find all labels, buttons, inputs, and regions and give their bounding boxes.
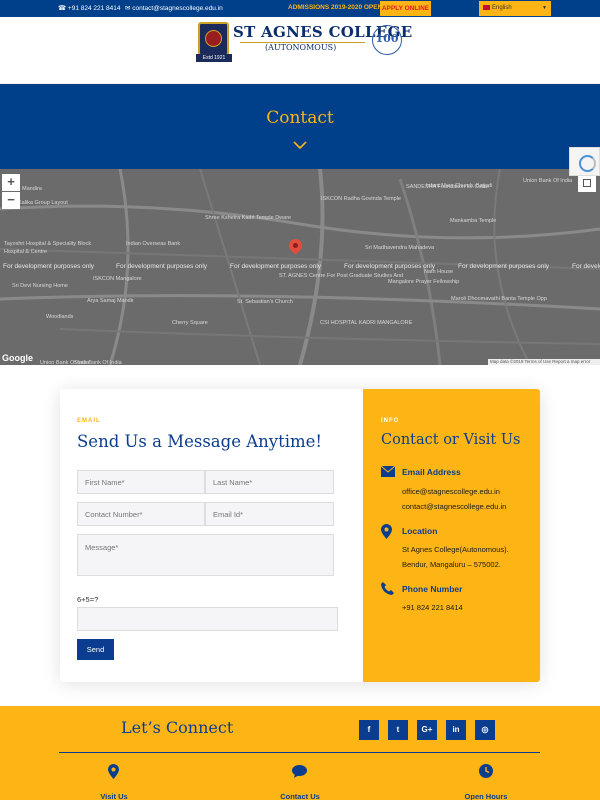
email-heading: Email Address bbox=[402, 467, 461, 477]
location-line-2: Bendur, Mangaluru – 575002. bbox=[402, 560, 501, 569]
map-label: Mankamba Temple bbox=[450, 218, 497, 224]
contact-email-link[interactable]: contact@stagnescollege.edu.in bbox=[402, 502, 506, 511]
map-dev-watermark: For development purposes only bbox=[458, 263, 550, 270]
map-label: Union Bank Of India bbox=[40, 360, 90, 365]
form-title: Send Us a Message Anytime! bbox=[77, 432, 323, 451]
google-plus-icon[interactable]: G+ bbox=[417, 720, 437, 740]
map-label: CSI HOSPITAL KADRI MANGALORE bbox=[320, 320, 413, 326]
map-dev-watermark: For development purposes only bbox=[116, 263, 208, 270]
lets-connect-title: Let’s Connect bbox=[121, 718, 234, 737]
map-label: St. Sebastian's Church bbox=[237, 299, 293, 305]
map-label: Tayoshri Hospital & Speciality Block bbox=[4, 241, 92, 247]
zoom-in-button[interactable]: + bbox=[2, 174, 20, 191]
admissions-notice: ADMISSIONS 2019-2020 OPEN bbox=[288, 4, 383, 11]
map-label: Sri Madhavendra Mahadeva bbox=[365, 245, 435, 251]
contact-number-input[interactable] bbox=[77, 502, 205, 526]
clock-icon bbox=[479, 764, 493, 778]
message-form: EMAIL Send Us a Message Anytime! 6+5=? S… bbox=[60, 389, 363, 682]
map-dev-watermark: For development purposes only bbox=[3, 263, 95, 270]
location-heading: Location bbox=[402, 526, 438, 536]
map-label: Hospital & Centre bbox=[4, 249, 48, 255]
location-pin-icon bbox=[108, 764, 119, 779]
footer: Let’s Connect f t G+ in ◎ Visit Us Contact U… bbox=[0, 706, 600, 800]
phone-link[interactable]: +91 824 221 8414 bbox=[402, 603, 463, 612]
map-dev-watermark: For development purposes only bbox=[230, 263, 322, 270]
captcha-input[interactable] bbox=[77, 607, 338, 631]
topbar-phone[interactable]: ☎ +91 824 221 8414 bbox=[58, 4, 121, 12]
twitter-icon[interactable]: t bbox=[388, 720, 408, 740]
crest-emblem bbox=[205, 30, 222, 47]
uk-flag-icon bbox=[483, 4, 490, 10]
map-dev-watermark: For development purposes only bbox=[344, 263, 436, 270]
email-input[interactable] bbox=[205, 502, 334, 526]
college-crest-logo[interactable] bbox=[198, 22, 229, 56]
map-label: Mandira bbox=[22, 186, 42, 192]
contact-card: EMAIL Send Us a Message Anytime! 6+5=? S… bbox=[60, 389, 540, 682]
phone-heading: Phone Number bbox=[402, 584, 463, 594]
google-map[interactable]: Mandira Kalika Group Layout Tayoshri Hospi… bbox=[0, 169, 600, 365]
instagram-icon[interactable]: ◎ bbox=[475, 720, 495, 740]
map-label: Sri Devi Nursing Home bbox=[12, 283, 68, 289]
phone-icon bbox=[381, 582, 394, 595]
captcha-question: 6+5=? bbox=[77, 595, 99, 604]
map-label: ISKCON Radha Govinda Temple bbox=[321, 196, 401, 202]
location-pin-icon bbox=[381, 524, 392, 539]
map-label: Cherry Square bbox=[172, 320, 208, 326]
map-label: Woodlands bbox=[46, 314, 74, 320]
map-label: ISKCON Mangalore bbox=[93, 276, 142, 282]
map-label: Indian Overseas Bank bbox=[126, 241, 181, 247]
form-eyebrow: EMAIL bbox=[77, 418, 101, 424]
autonomous-label: (AUTONOMOUS) bbox=[265, 43, 337, 52]
info-title: Contact or Visit Us bbox=[381, 432, 521, 448]
map-label: SANDESHA Foundation for Cultur bbox=[406, 184, 490, 190]
map-label: Arya Samaj Mandir bbox=[87, 298, 134, 304]
apply-online-button[interactable]: APPLY ONLINE bbox=[380, 1, 431, 16]
last-name-input[interactable] bbox=[205, 470, 334, 494]
office-email-link[interactable]: office@stagnescollege.edu.in bbox=[402, 487, 500, 496]
language-label: English bbox=[492, 5, 512, 11]
fullscreen-button[interactable] bbox=[578, 174, 596, 192]
info-eyebrow: INFO bbox=[381, 418, 400, 424]
footer-divider bbox=[59, 752, 540, 753]
map-dev-watermark: For development purposes only bbox=[572, 263, 600, 270]
map-label: Mangalore Prayer Fellowship bbox=[388, 279, 460, 285]
zoom-out-button[interactable]: − bbox=[2, 192, 20, 209]
facebook-icon[interactable]: f bbox=[359, 720, 379, 740]
topbar-phone-text: +91 824 221 8414 bbox=[67, 5, 121, 12]
map-attribution[interactable]: Map data ©2019 Terms of Use Report a map… bbox=[488, 359, 600, 365]
page-title: Contact bbox=[266, 108, 334, 128]
map-label: ST. AGNES Centre For Post Graduate Studi… bbox=[279, 273, 404, 279]
map-label: Shree Kshetra Kadri Temple Dware bbox=[205, 215, 292, 221]
topbar-email-text: contact@stagnescollege.edu.in bbox=[132, 5, 223, 12]
page-hero: Contact bbox=[0, 84, 600, 169]
map-label: Union Bank Of India bbox=[523, 178, 573, 184]
location-line-1: St Agnes College(Autonomous). bbox=[402, 545, 509, 554]
message-textarea[interactable] bbox=[77, 534, 334, 576]
contact-us-label[interactable]: Contact Us bbox=[250, 792, 350, 800]
visit-us-label[interactable]: Visit Us bbox=[64, 792, 164, 800]
open-hours-label[interactable]: Open Hours bbox=[436, 792, 536, 800]
estd-label: Estd 1921 bbox=[196, 54, 232, 62]
topbar-email[interactable]: ✉ contact@stagnescollege.edu.in bbox=[125, 4, 223, 12]
map-label: Kalika Group Layout bbox=[18, 200, 68, 206]
envelope-icon bbox=[381, 466, 395, 477]
centenary-badge: 100 bbox=[372, 25, 402, 55]
chevron-down-icon[interactable] bbox=[293, 139, 307, 153]
send-button[interactable]: Send bbox=[77, 639, 114, 660]
chevron-down-icon: ▼ bbox=[542, 5, 547, 11]
top-bar: ☎ +91 824 221 8414 ✉ contact@stagnescoll… bbox=[0, 0, 600, 17]
linkedin-icon[interactable]: in bbox=[446, 720, 466, 740]
first-name-input[interactable] bbox=[77, 470, 205, 494]
language-selector[interactable]: English ▼ bbox=[479, 1, 551, 16]
recaptcha-badge[interactable] bbox=[569, 147, 600, 176]
map-label: Maroli Dhoomavathi Banta Temple Opp bbox=[451, 296, 547, 302]
site-header: Estd 1921 ST AGNES COLLEGE (AUTONOMOUS) … bbox=[0, 17, 600, 92]
info-panel: INFO Contact or Visit Us Email Address o… bbox=[363, 389, 540, 682]
google-logo[interactable]: Google bbox=[2, 353, 33, 363]
chat-bubble-icon bbox=[292, 765, 307, 778]
